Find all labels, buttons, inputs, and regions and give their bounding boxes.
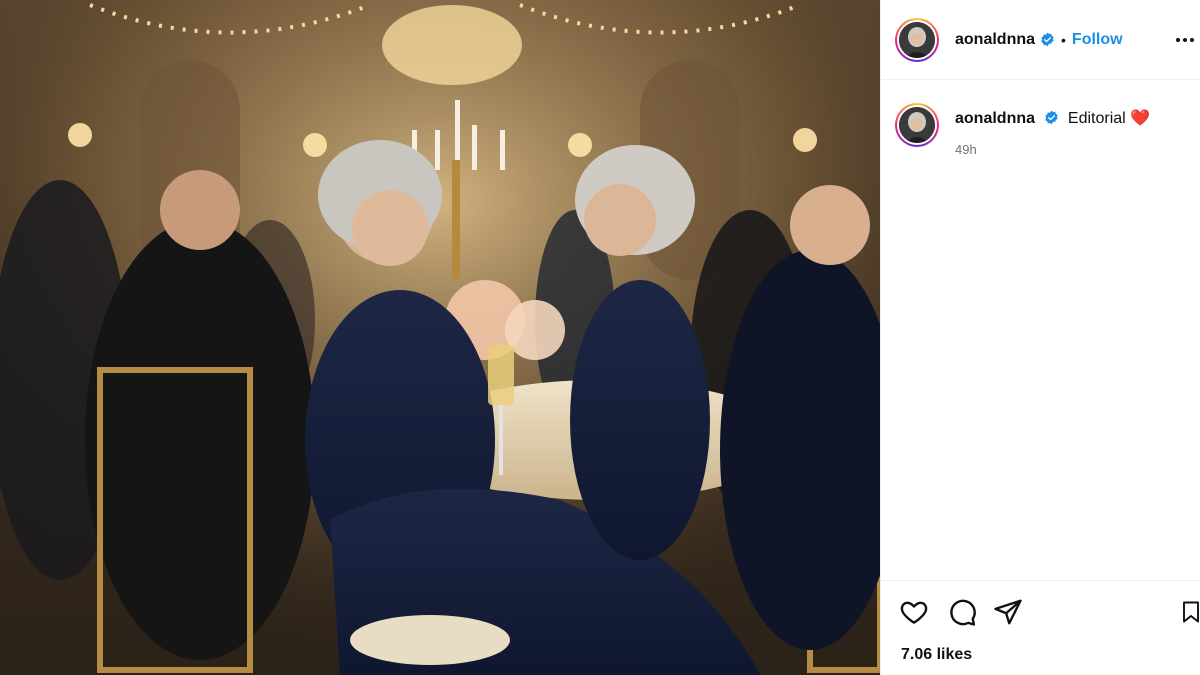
more-options-icon[interactable] xyxy=(1176,28,1200,52)
caption-avatar-image xyxy=(899,107,935,143)
post-header: aonaldnna • Follow xyxy=(881,0,1200,80)
paper-plane-icon[interactable] xyxy=(993,597,1023,627)
post-image xyxy=(0,0,880,675)
likes-count[interactable]: 7.06 likes xyxy=(901,646,972,664)
verified-badge-icon xyxy=(1041,32,1054,47)
avatar[interactable] xyxy=(895,17,939,62)
post-side-panel: aonaldnna • Follow aonaldnna Editorial ❤… xyxy=(880,0,1200,675)
verified-badge-icon xyxy=(1045,110,1059,125)
post-caption: aonaldnna Editorial ❤️ 49h xyxy=(881,80,1200,157)
follow-button[interactable]: Follow xyxy=(1072,31,1123,49)
separator-dot: • xyxy=(1061,31,1066,48)
heart-icon[interactable] xyxy=(899,597,929,627)
post-actions: 7.06 likes xyxy=(881,580,1200,675)
post-username[interactable]: aonaldnna xyxy=(955,31,1035,49)
post-timestamp[interactable]: 49h xyxy=(955,142,1150,157)
caption-line: aonaldnna Editorial ❤️ xyxy=(955,108,1150,128)
comment-icon[interactable] xyxy=(947,597,977,627)
heart-emoji: ❤️ xyxy=(1130,110,1151,127)
caption-avatar-frame xyxy=(897,105,937,145)
caption-text: Editorial xyxy=(1067,110,1126,127)
avatar-frame xyxy=(897,19,937,60)
more-dot-1 xyxy=(1176,38,1180,42)
caption-avatar[interactable] xyxy=(895,103,939,147)
post-photo[interactable] xyxy=(0,0,880,675)
bookmark-icon[interactable] xyxy=(1179,597,1200,627)
caption-body: aonaldnna Editorial ❤️ 49h xyxy=(955,103,1150,157)
caption-username[interactable]: aonaldnna xyxy=(955,110,1035,127)
more-dot-2 xyxy=(1183,38,1187,42)
avatar-image xyxy=(899,21,935,58)
more-dot-3 xyxy=(1190,38,1194,42)
post-view: aonaldnna • Follow aonaldnna Editorial ❤… xyxy=(0,0,1200,675)
